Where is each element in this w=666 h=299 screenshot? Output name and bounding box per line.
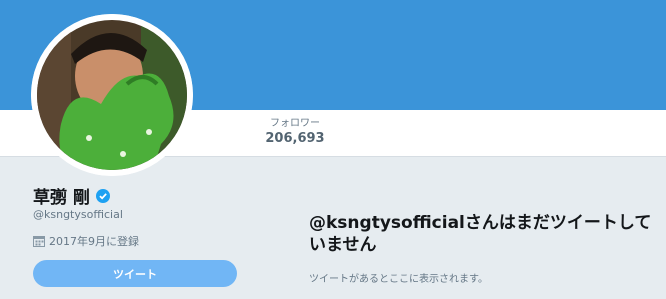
followers-count: 206,693 xyxy=(265,131,325,146)
followers-stat[interactable]: フォロワー 206,693 xyxy=(262,118,328,148)
followers-label: フォロワー xyxy=(270,118,320,129)
tweet-button[interactable]: ツイート xyxy=(33,260,237,287)
empty-timeline-title: @ksngtysofficialさんはまだツイートしていません xyxy=(309,213,652,255)
join-date: 2017年9月に登録 xyxy=(33,233,139,249)
calendar-icon xyxy=(33,236,45,247)
display-name: 草彅 剛 xyxy=(33,183,110,208)
profile-photo-icon xyxy=(31,14,193,176)
avatar[interactable] xyxy=(31,14,193,176)
verified-badge-icon xyxy=(95,188,110,203)
display-name-text: 草彅 剛 xyxy=(33,188,90,208)
user-handle: @ksngtysofficial xyxy=(33,208,123,221)
join-date-text: 2017年9月に登録 xyxy=(49,235,139,248)
empty-timeline-subtitle: ツイートがあるとここに表示されます。 xyxy=(309,274,488,285)
